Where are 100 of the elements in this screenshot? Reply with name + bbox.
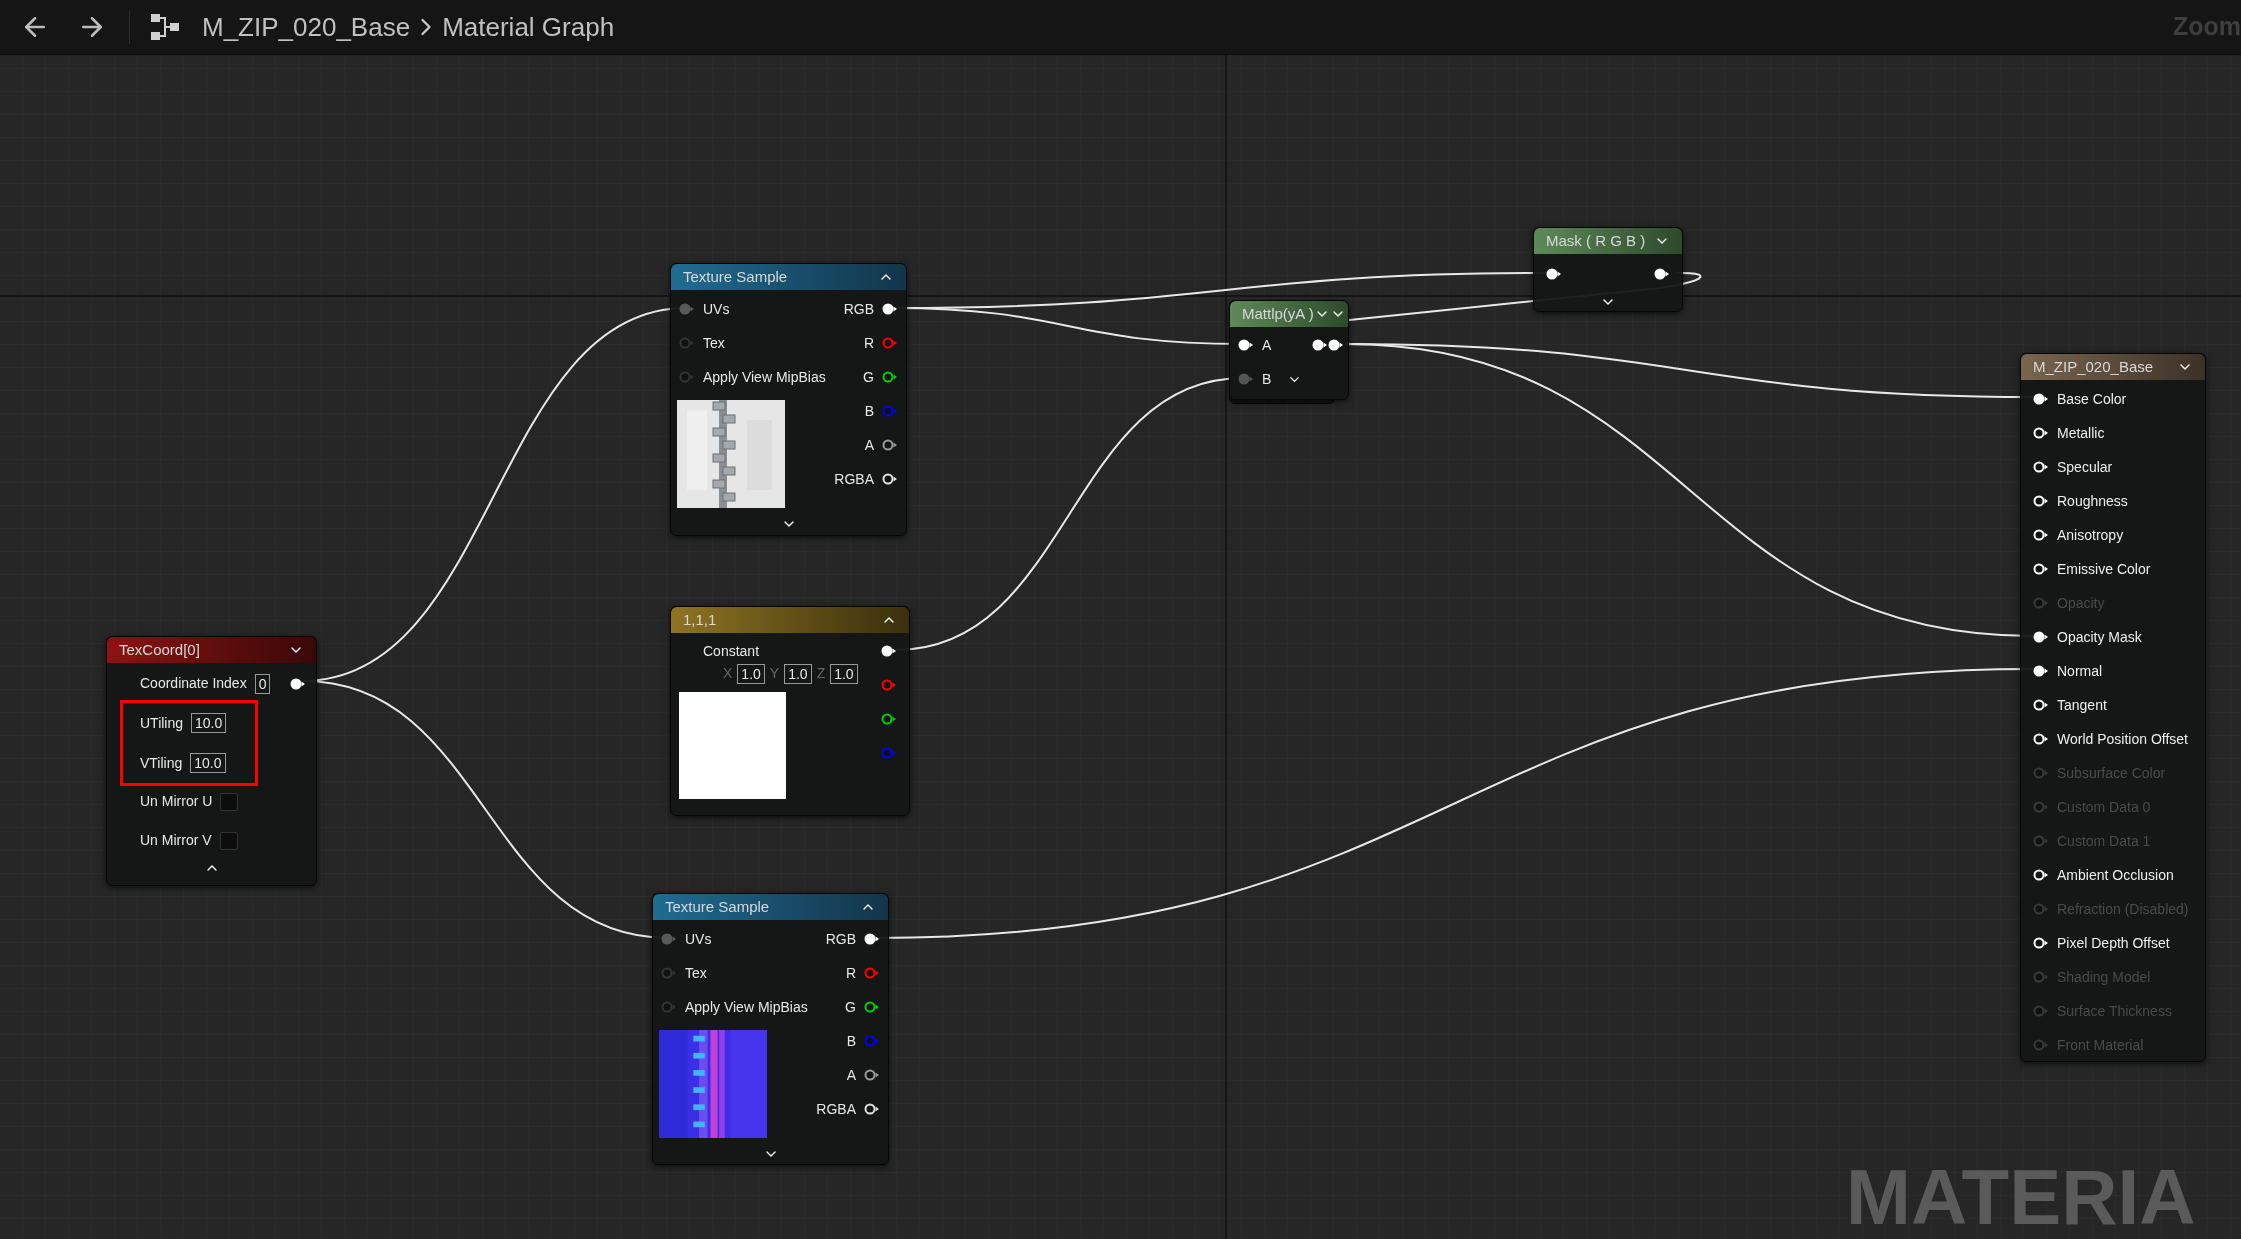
pin-label: RGBA: [816, 1099, 856, 1119]
pin-label: Anisotropy: [2057, 525, 2124, 545]
pin-label: R: [863, 333, 874, 353]
pin-label: B: [864, 401, 874, 421]
graph-node[interactable]: TexCoord[0] Coordinate Index 0 UTiling 10.0 VTiling 10.0 Un Mirror U Un Mirror V: [106, 636, 317, 886]
axis-label: Y: [769, 664, 780, 683]
pin-label: A: [846, 1065, 856, 1085]
output-pin[interactable]: [290, 677, 306, 690]
output-pin[interactable]: [882, 371, 898, 383]
pin-label: A: [864, 435, 874, 455]
input-pin[interactable]: [1238, 339, 1254, 351]
node-title: M_ZIP_020_Base: [2033, 356, 2154, 377]
field-label: Coordinate Index: [140, 674, 247, 693]
pin-label: UVs: [685, 929, 712, 949]
graph-node[interactable]: Texture Sample UVs Tex Apply View MipBias RGB R G B A RGBA: [652, 893, 889, 1165]
graph-icon: [150, 12, 182, 42]
input-pin[interactable]: [2033, 937, 2049, 949]
output-pin[interactable]: [1654, 268, 1670, 280]
pin-label: UVs: [703, 299, 730, 319]
output-pin[interactable]: [882, 303, 898, 315]
value-label: Constant: [703, 642, 761, 661]
pin-label: Ambient Occlusion: [2057, 865, 2174, 885]
pin-label: B: [1262, 369, 1272, 389]
pin-label: Roughness: [2057, 491, 2128, 511]
graph-node[interactable]: Mattlp(yA ) A B: [1229, 300, 1349, 400]
checkbox[interactable]: [219, 831, 238, 850]
pin-label: RGB: [843, 299, 874, 319]
pin-label: Normal: [2057, 661, 2103, 681]
pin-label: Pixel Depth Offset: [2057, 933, 2170, 953]
checkbox-label: Un Mirror V: [140, 831, 212, 850]
input-pin[interactable]: [2033, 563, 2049, 575]
graph-node[interactable]: Texture Sample UVs Tex Apply View MipBias RGB R G B A RGBA: [670, 263, 907, 536]
value-field[interactable]: 0: [254, 673, 271, 694]
output-pin[interactable]: [881, 645, 897, 657]
pin-label: Apply View MipBias: [703, 367, 826, 387]
output-pin[interactable]: [864, 1001, 880, 1013]
input-pin[interactable]: [2033, 461, 2049, 473]
node-title: 1,1,1: [683, 609, 717, 630]
pin-label: B: [846, 1031, 856, 1051]
node-title: Texture Sample: [683, 266, 788, 287]
pin-label: RGBA: [834, 469, 874, 489]
value-field[interactable]: 1.0: [737, 663, 765, 684]
input-pin[interactable]: [2033, 699, 2049, 711]
output-pin[interactable]: [1312, 339, 1328, 351]
node-title: Texture Sample: [665, 896, 770, 917]
input-pin[interactable]: [2033, 529, 2049, 541]
input-pin[interactable]: [661, 1001, 677, 1013]
input-pin[interactable]: [2033, 869, 2049, 881]
output-pin[interactable]: [864, 1069, 880, 1081]
pin-label: A: [1262, 335, 1272, 355]
input-pin[interactable]: [2033, 427, 2049, 439]
value-field[interactable]: 1.0: [784, 663, 812, 684]
output-pin[interactable]: [864, 1103, 880, 1115]
graph-node[interactable]: Mask ( R G B ): [1533, 227, 1683, 312]
pin-label: RGB: [825, 929, 856, 949]
value-field[interactable]: 1.0: [830, 663, 858, 684]
pin-label: G: [863, 367, 874, 387]
pin-label: Tangent: [2057, 695, 2107, 715]
checkbox-label: Un Mirror U: [140, 792, 213, 811]
breadcrumb-item[interactable]: M_ZIP_020_Base: [202, 7, 411, 47]
input-pin[interactable]: [679, 337, 695, 349]
pin-label: Opacity Mask: [2057, 627, 2142, 647]
pin-label: R: [845, 963, 856, 983]
output-pin[interactable]: [882, 439, 898, 451]
pin-label: Apply View MipBias: [685, 997, 808, 1017]
pin-label: Emissive Color: [2057, 559, 2151, 579]
input-pin[interactable]: [1238, 373, 1254, 385]
input-pin[interactable]: [661, 967, 677, 979]
pin-label: Specular: [2057, 457, 2113, 477]
input-pin[interactable]: [2033, 495, 2049, 507]
axis-label: Z: [816, 664, 826, 683]
pin-label: Tex: [685, 963, 707, 983]
graph-node[interactable]: [2020, 353, 2206, 1062]
value-field[interactable]: 10.0: [190, 753, 226, 773]
node-title: Mask ( R G B ): [1546, 230, 1646, 251]
input-pin[interactable]: [679, 303, 695, 315]
graph-node[interactable]: 1,1,1 Constant X 1.0 Y 1.0 Z 1.0: [670, 606, 910, 816]
input-pin[interactable]: [2033, 665, 2049, 677]
checkbox[interactable]: [220, 792, 239, 811]
input-pin[interactable]: [1546, 268, 1562, 280]
output-pin[interactable]: [882, 473, 898, 485]
input-pin[interactable]: [2033, 393, 2049, 405]
input-pin[interactable]: [2033, 631, 2049, 643]
input-pin[interactable]: [679, 371, 695, 383]
output-pin[interactable]: [864, 933, 880, 945]
input-pin[interactable]: [2033, 733, 2049, 745]
breadcrumb-item[interactable]: Material Graph: [442, 7, 615, 47]
pin-label: Base Color: [2057, 389, 2127, 409]
output-pin[interactable]: [1328, 339, 1344, 351]
field-label: VTiling: [140, 753, 183, 773]
output-pin[interactable]: [881, 713, 897, 725]
value-field[interactable]: 10.0: [191, 713, 227, 733]
axis-label: X: [723, 664, 733, 683]
node-title: TexCoord[0]: [119, 639, 200, 660]
node-title: Mattlp(yA ): [1242, 303, 1314, 324]
pin-label: G: [845, 997, 856, 1017]
pin-label: Metallic: [2057, 423, 2105, 443]
input-pin[interactable]: [661, 933, 677, 945]
pin-label: World Position Offset: [2057, 729, 2188, 749]
field-label: UTiling: [140, 713, 184, 733]
